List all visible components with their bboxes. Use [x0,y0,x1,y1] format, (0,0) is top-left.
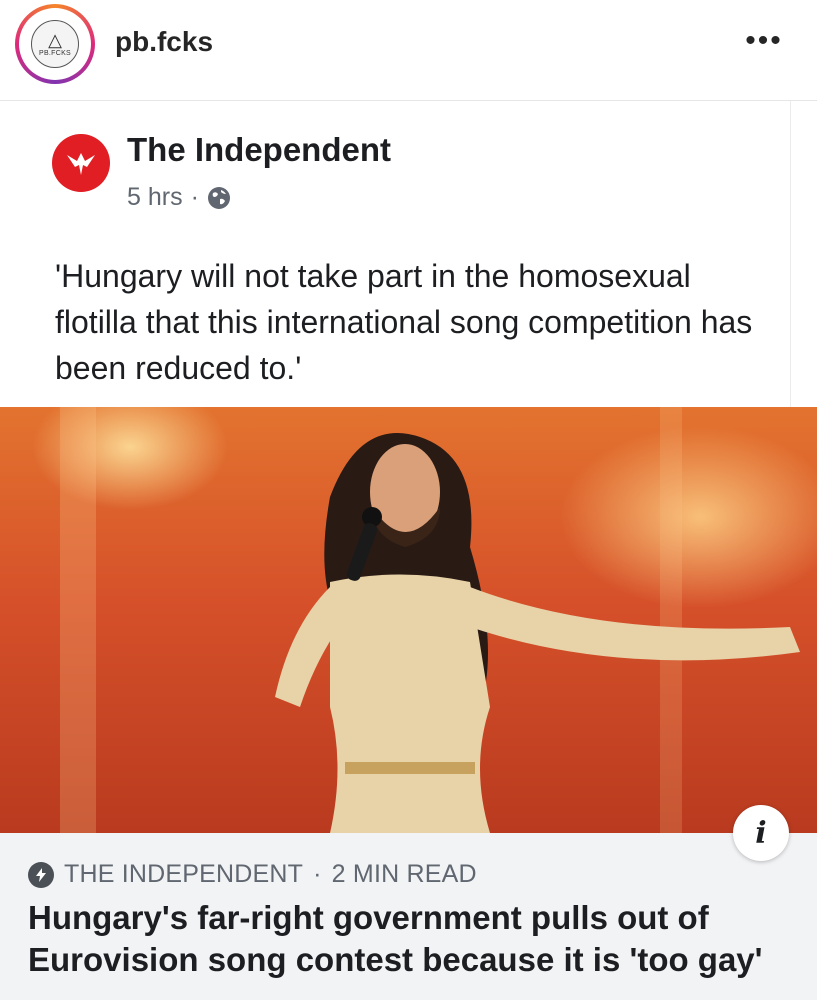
lightning-bolt-icon [28,861,54,888]
post-text: 'Hungary will not take part in the homos… [55,258,753,386]
account-logo: △ PB.FCKS [31,20,79,68]
post-meta: 5 hrs · [127,183,231,212]
performer-illustration [60,407,800,833]
facebook-post-card: The Independent 5 hrs · 'Hungary will no… [0,101,791,407]
link-source-line: THE INDEPENDENT · 2 MIN READ [28,860,477,889]
publisher-logo[interactable] [52,134,110,192]
info-icon[interactable]: i [733,805,789,861]
username[interactable]: pb.fcks [115,26,213,58]
globe-icon [207,186,231,210]
read-time: 2 MIN READ [331,860,477,888]
more-options-icon[interactable]: ••• [744,26,784,56]
meta-separator: · [190,183,199,211]
instagram-post-header: △ PB.FCKS pb.fcks ••• [0,0,817,101]
avatar-logo-text: PB.FCKS [38,50,72,57]
pyramid-eye-icon: △ [48,30,62,50]
article-photo[interactable] [0,407,817,833]
publisher-name[interactable]: The Independent [127,131,391,169]
link-source: THE INDEPENDENT [64,860,304,888]
avatar-inner: △ PB.FCKS [19,8,91,80]
link-separator: · [313,860,322,888]
link-preview[interactable]: THE INDEPENDENT · 2 MIN READ Hungary's f… [0,833,817,1000]
eagle-icon [67,153,95,175]
avatar[interactable]: △ PB.FCKS [15,4,95,84]
post-time[interactable]: 5 hrs [127,183,183,212]
link-title[interactable]: Hungary's far-right government pulls out… [28,897,798,981]
